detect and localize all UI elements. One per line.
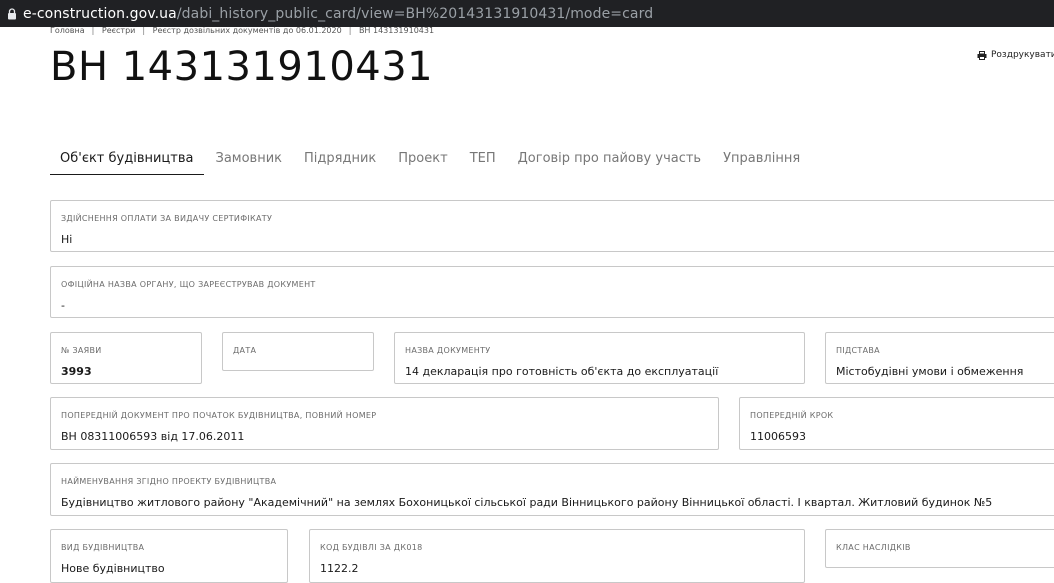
field-value: 1122.2 — [320, 562, 359, 575]
field-value: Ні — [61, 233, 73, 246]
tab-management[interactable]: Управління — [713, 146, 810, 174]
tab-contractor[interactable]: Підрядник — [294, 146, 386, 174]
field-building-code: Код будівлі за ДК018 1122.2 — [309, 529, 805, 583]
field-label: № заяви — [61, 346, 102, 355]
field-previous-document: Попередній документ про початок будівниц… — [50, 397, 719, 450]
field-label: Здійснення оплати за видачу сертифікату — [61, 214, 273, 223]
tab-shared-contract[interactable]: Договір про пайову участь — [508, 146, 711, 174]
breadcrumb-item-home[interactable]: Головна — [50, 27, 85, 35]
printer-icon — [977, 50, 987, 60]
browser-address-bar[interactable]: e-construction.gov.ua/dabi_history_publi… — [0, 0, 1054, 27]
breadcrumb: Головна | Реєстри | Реєстр дозвільних доку… — [50, 27, 435, 35]
field-value: Будівництво житлового району "Академічни… — [61, 496, 993, 509]
page-title: ВН 143131910431 — [50, 44, 434, 90]
breadcrumb-item-registry[interactable]: Реєстр дозвільних документів до 06.01.20… — [153, 27, 342, 35]
field-previous-step: Попередній крок 11006593 — [739, 397, 1054, 450]
field-label: Вид будівництва — [61, 543, 145, 552]
url-text[interactable]: e-construction.gov.ua/dabi_history_publi… — [23, 6, 653, 22]
url-host: e-construction.gov.ua — [23, 5, 177, 22]
field-value: - — [61, 299, 65, 312]
tab-project[interactable]: Проект — [388, 146, 457, 174]
field-value: Нове будівництво — [61, 562, 165, 575]
field-label: Підстава — [836, 346, 880, 355]
field-construction-type: Вид будівництва Нове будівництво — [50, 529, 288, 583]
field-value: 11006593 — [750, 430, 806, 443]
url-path: /dabi_history_public_card/view=BH%201431… — [176, 5, 654, 22]
breadcrumb-item-registries[interactable]: Реєстри — [102, 27, 135, 35]
field-value: ВН 08311006593 від 17.06.2011 — [61, 430, 245, 443]
field-label: Офіційна назва органу, що зареєстрував д… — [61, 280, 316, 289]
field-project-name: Найменування згідно проекту будівництва … — [50, 463, 1054, 516]
breadcrumb-item-current: ВН 143131910431 — [358, 27, 435, 35]
field-value: 3993 — [61, 365, 92, 378]
lock-icon[interactable] — [6, 7, 18, 21]
print-label: Роздрукувати — [991, 50, 1054, 60]
field-label: Назва документу — [405, 346, 491, 355]
field-application-number: № заяви 3993 — [50, 332, 202, 384]
field-label: Клас наслідків — [836, 543, 911, 552]
print-button[interactable]: Роздрукувати — [977, 50, 1054, 60]
field-document-name: Назва документу 14 декларація про готовн… — [394, 332, 805, 384]
field-label: Попередній крок — [750, 411, 834, 420]
tab-customer[interactable]: Замовник — [206, 146, 293, 174]
field-authority: Офіційна назва органу, що зареєстрував д… — [50, 266, 1054, 318]
field-value: 14 декларація про готовність об'єкта до … — [405, 365, 719, 378]
field-value: Містобудівні умови і обмеження — [836, 365, 1024, 378]
tab-object[interactable]: Об'єкт будівництва — [50, 146, 204, 175]
field-label: Найменування згідно проекту будівництва — [61, 477, 277, 486]
field-consequence-class: Клас наслідків — [825, 529, 1054, 568]
field-label: Попередній документ про початок будівниц… — [61, 411, 377, 420]
field-label: Дата — [233, 346, 257, 355]
field-date: Дата — [222, 332, 374, 371]
field-basis: Підстава Містобудівні умови і обмеження — [825, 332, 1054, 384]
field-label: Код будівлі за ДК018 — [320, 543, 423, 552]
tab-bar: Об'єкт будівництва Замовник Підрядник Пр… — [50, 146, 812, 175]
field-payment: Здійснення оплати за видачу сертифікату … — [50, 200, 1054, 252]
tab-tep[interactable]: ТЕП — [460, 146, 506, 174]
